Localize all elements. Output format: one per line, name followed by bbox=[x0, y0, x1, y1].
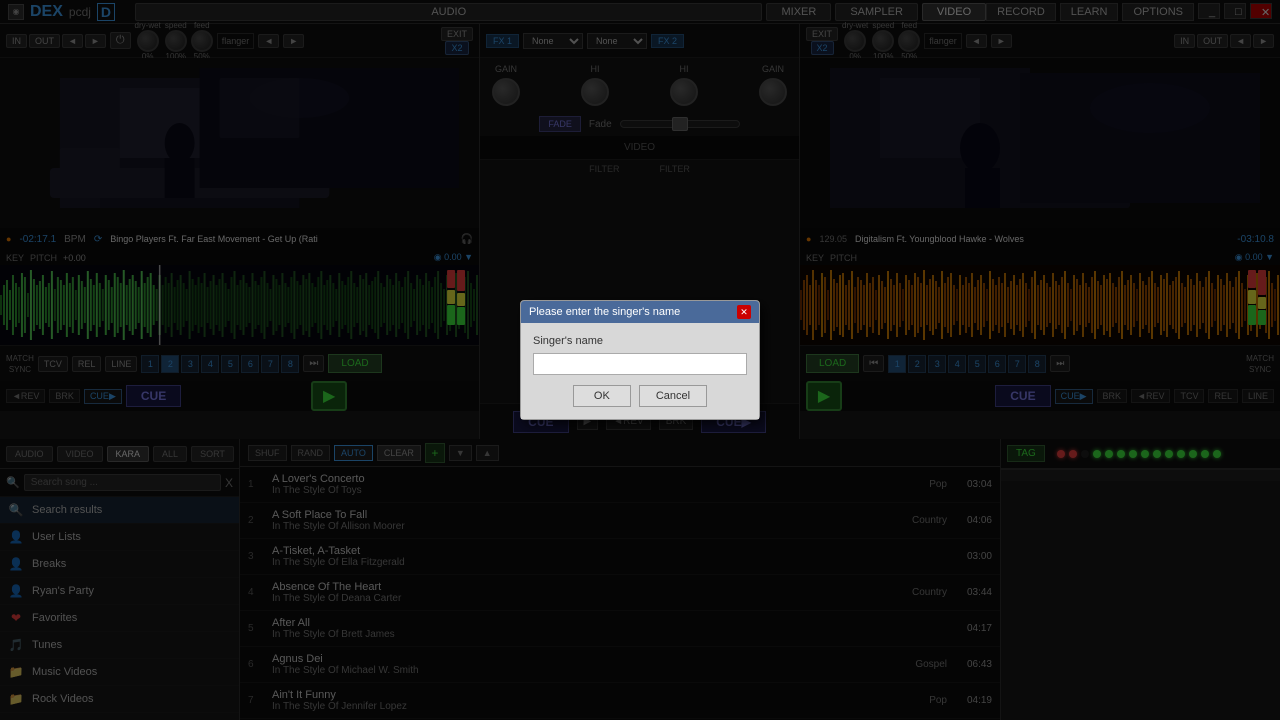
singer-name-input[interactable] bbox=[533, 353, 747, 375]
singer-name-label: Singer's name bbox=[533, 335, 747, 347]
modal-cancel-button[interactable]: Cancel bbox=[639, 385, 707, 407]
modal-close-button[interactable]: ✕ bbox=[737, 305, 751, 319]
modal-body: Singer's name OK Cancel bbox=[521, 323, 759, 419]
modal-title: Please enter the singer's name bbox=[529, 306, 680, 318]
modal-buttons: OK Cancel bbox=[533, 385, 747, 407]
modal-title-bar: Please enter the singer's name ✕ bbox=[521, 301, 759, 323]
modal-dialog: Please enter the singer's name ✕ Singer'… bbox=[520, 300, 760, 420]
modal-ok-button[interactable]: OK bbox=[573, 385, 631, 407]
modal-overlay: Please enter the singer's name ✕ Singer'… bbox=[0, 0, 1280, 720]
